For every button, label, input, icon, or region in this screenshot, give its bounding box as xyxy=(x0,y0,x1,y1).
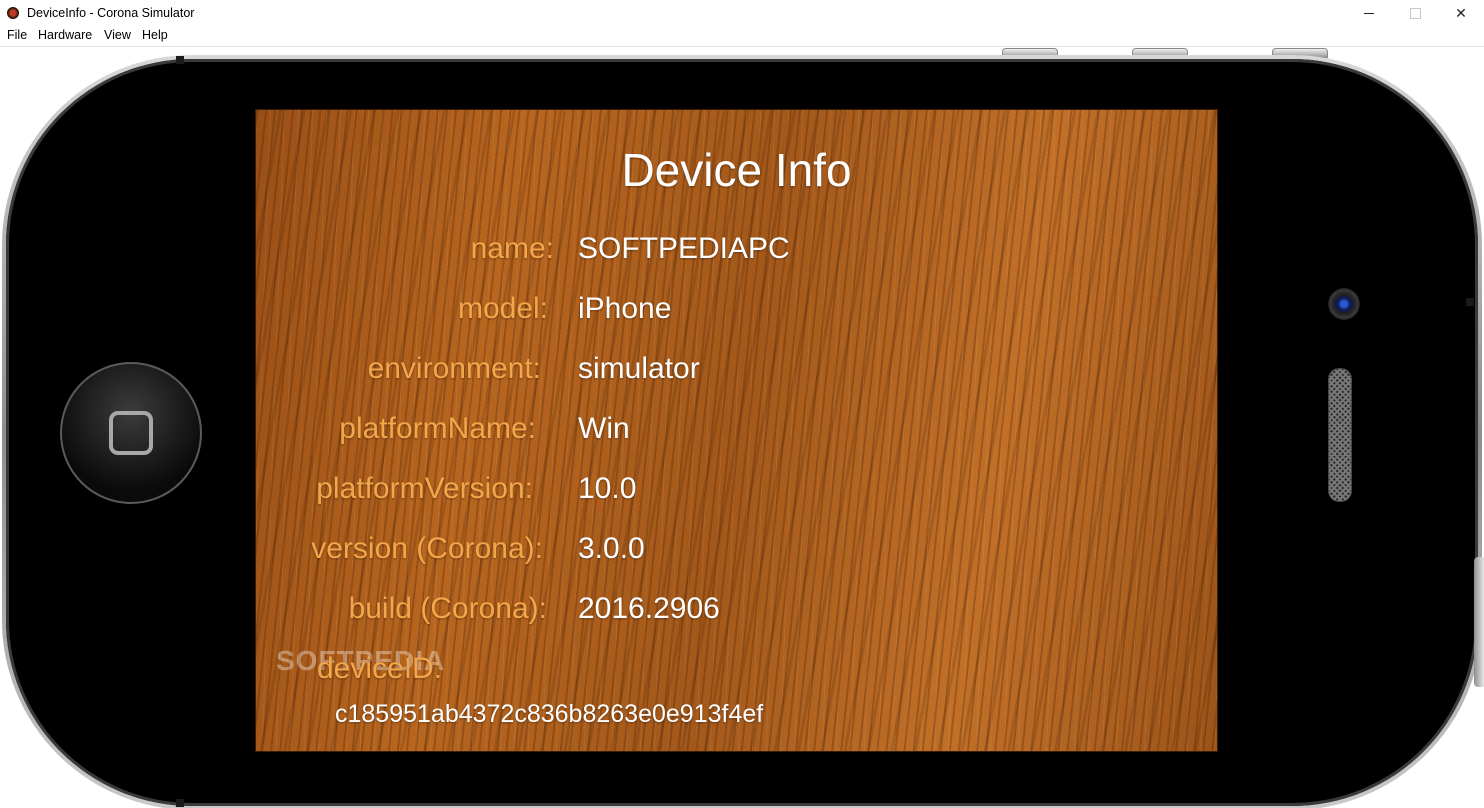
phone-side-button xyxy=(1474,557,1484,687)
info-value-corona-build: 2016.2906 xyxy=(578,592,720,625)
info-label-corona-build: build (Corona): xyxy=(348,592,547,625)
speaker-grille xyxy=(1328,368,1352,502)
screen-title: Device Info xyxy=(621,144,852,196)
info-value-corona-version: 3.0.0 xyxy=(578,532,645,565)
menu-bar: File Hardware View Help xyxy=(0,26,1484,47)
info-label-model: model: xyxy=(457,292,548,325)
frame-notch xyxy=(176,56,184,64)
camera-icon xyxy=(1328,288,1360,320)
info-value-model: iPhone xyxy=(578,292,672,325)
minimize-icon xyxy=(1364,12,1374,14)
window-title: DeviceInfo - Corona Simulator xyxy=(27,6,195,20)
close-button[interactable]: ✕ xyxy=(1438,0,1484,26)
info-label-device-id: deviceID: xyxy=(317,652,443,685)
info-label-environment: environment: xyxy=(367,352,541,385)
maximize-button[interactable] xyxy=(1392,0,1438,26)
simulator-area: Device Info name: SOFTPEDIAPC model: iPh… xyxy=(0,47,1484,808)
info-label-corona-version: version (Corona): xyxy=(311,532,543,565)
menu-hardware[interactable]: Hardware xyxy=(38,28,92,42)
info-value-platform-name: Win xyxy=(578,412,630,445)
info-value-environment: simulator xyxy=(578,352,700,385)
menu-view[interactable]: View xyxy=(104,28,131,42)
menu-file[interactable]: File xyxy=(7,28,27,42)
info-label-platform-version: platformVersion: xyxy=(316,472,533,505)
info-value-device-id: c185951ab4372c836b8263e0e913f4ef xyxy=(335,700,764,728)
minimize-button[interactable] xyxy=(1346,0,1392,26)
info-value-name: SOFTPEDIAPC xyxy=(578,232,790,265)
corona-app-icon xyxy=(7,7,19,19)
frame-notch xyxy=(176,799,184,807)
home-button[interactable] xyxy=(60,362,202,504)
info-label-name: name: xyxy=(470,232,554,265)
frame-notch xyxy=(1466,298,1474,306)
info-value-platform-version: 10.0 xyxy=(578,472,637,505)
close-icon: ✕ xyxy=(1455,4,1467,21)
info-label-platform-name: platformName: xyxy=(339,412,536,445)
maximize-icon xyxy=(1409,7,1421,19)
device-screen: Device Info name: SOFTPEDIAPC model: iPh… xyxy=(255,109,1218,752)
title-bar: DeviceInfo - Corona Simulator ✕ xyxy=(0,0,1484,26)
menu-help[interactable]: Help xyxy=(142,28,168,42)
home-square-icon xyxy=(109,411,153,455)
